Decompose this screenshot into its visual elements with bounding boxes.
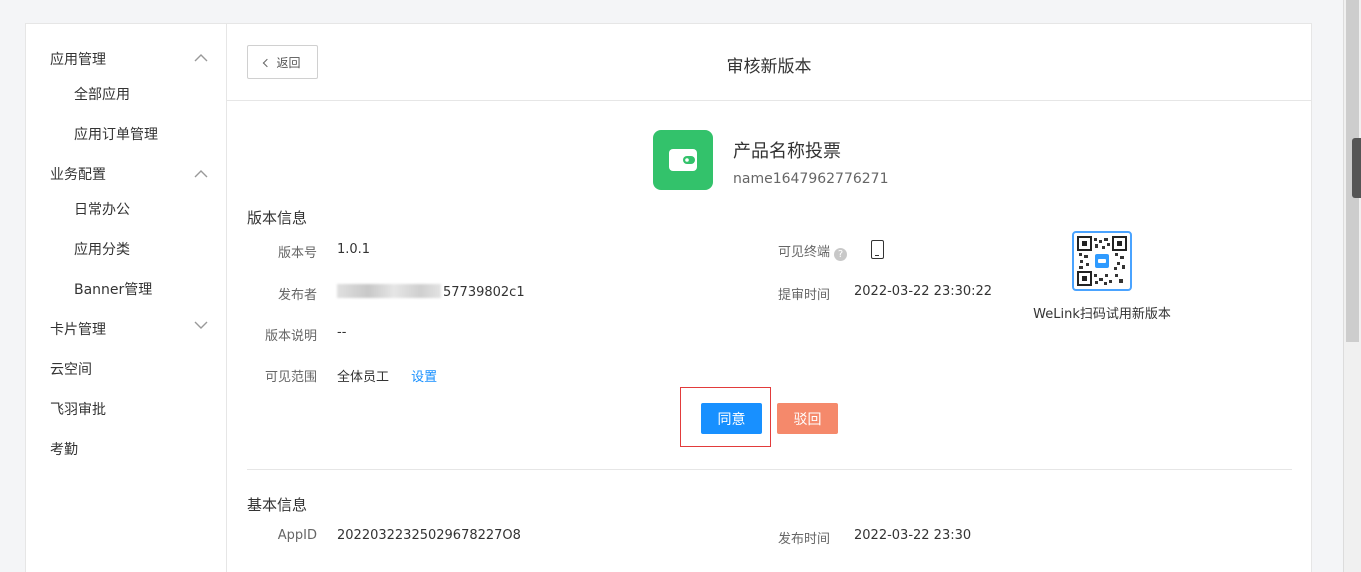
publish-time-value: 2022-03-22 23:30 (854, 528, 972, 543)
publish-time-label: 发布时间 (778, 532, 831, 547)
scrollbar[interactable] (1343, 0, 1361, 572)
submit-time-value: 2022-03-22 23:30:22 (854, 284, 993, 299)
publisher-label: 发布者 (277, 288, 317, 303)
scope-label: 可见范围 (264, 370, 317, 385)
agree-button[interactable]: 同意 (701, 403, 762, 434)
wallet-icon (653, 130, 713, 190)
chevron-up-icon[interactable] (194, 169, 208, 181)
sidebar-item-all-apps[interactable]: 全部应用 (74, 84, 130, 104)
sidebar-item-app-category[interactable]: 应用分类 (74, 239, 130, 259)
sidebar: 应用管理 全部应用 应用订单管理 业务配置 日常办公 应用分类 Banner管理… (25, 23, 226, 572)
terminal-label-text: 可见终端 (778, 245, 831, 260)
sidebar-group-app-management[interactable]: 应用管理 (50, 49, 106, 69)
sidebar-item-app-orders[interactable]: 应用订单管理 (74, 124, 158, 144)
version-label: 版本号 (277, 246, 317, 261)
chevron-up-icon[interactable] (194, 53, 208, 65)
section-divider (247, 469, 1292, 470)
scope-settings-link[interactable]: 设置 (411, 370, 437, 385)
main-panel: 返回 审核新版本 产品名称投票 name1647962776271 版本信息 版… (226, 23, 1312, 572)
sidebar-item-attendance[interactable]: 考勤 (50, 439, 78, 459)
sidebar-item-cloud-space[interactable]: 云空间 (50, 359, 92, 379)
appid-label: AppID (277, 528, 317, 543)
version-desc-value: -- (337, 325, 347, 340)
chevron-down-icon[interactable] (194, 320, 208, 332)
app-identifier: name1647962776271 (733, 171, 889, 187)
sidebar-item-daily-office[interactable]: 日常办公 (74, 199, 130, 219)
submit-time-label: 提审时间 (778, 288, 831, 303)
publisher-id: 57739802c1 (443, 285, 525, 300)
sidebar-item-banner[interactable]: Banner管理 (74, 279, 152, 299)
phone-icon (871, 240, 884, 259)
reject-button[interactable]: 驳回 (777, 403, 838, 434)
help-icon[interactable]: ? (834, 248, 848, 261)
version-info-title: 版本信息 (247, 209, 308, 227)
scrollbar-grip[interactable] (1352, 138, 1361, 198)
scope-text: 全体员工 (337, 370, 390, 385)
qr-code (1072, 231, 1132, 291)
page-title: 审核新版本 (726, 57, 812, 77)
publisher-value: 57739802c1 (337, 284, 525, 300)
terminal-label: 可见终端? (778, 241, 848, 261)
sidebar-group-business-config[interactable]: 业务配置 (50, 164, 106, 184)
version-value: 1.0.1 (337, 242, 371, 257)
redacted-text (337, 284, 441, 298)
qr-caption: WeLink扫码试用新版本 (1033, 307, 1171, 322)
sidebar-item-approval[interactable]: 飞羽审批 (50, 399, 106, 419)
header-divider (227, 100, 1311, 101)
scope-value: 全体员工 设置 (337, 366, 437, 385)
sidebar-group-card-management[interactable]: 卡片管理 (50, 319, 106, 339)
version-desc-label: 版本说明 (264, 329, 317, 344)
appid-value: 20220322325029678227O8 (337, 528, 521, 543)
app-name: 产品名称投票 (733, 141, 841, 162)
basic-info-title: 基本信息 (247, 496, 308, 514)
